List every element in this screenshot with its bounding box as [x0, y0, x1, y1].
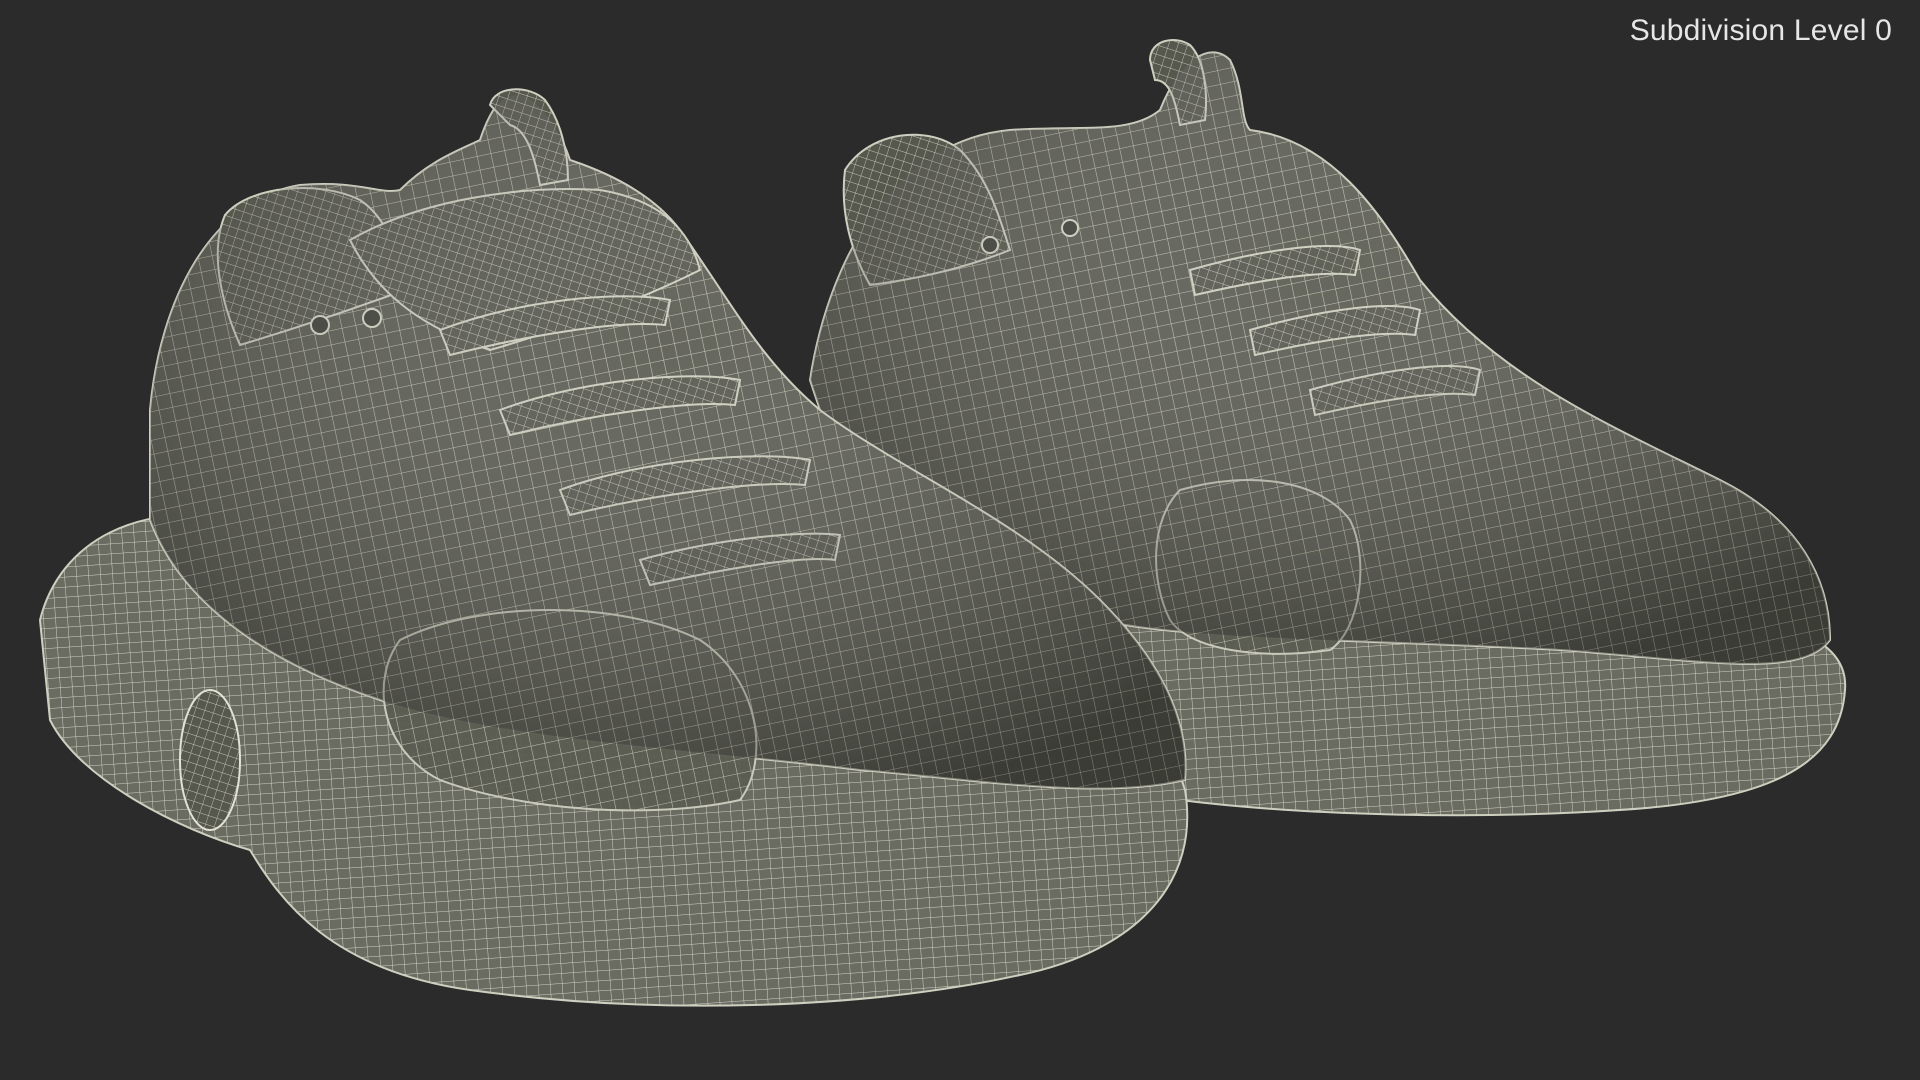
- sneaker-left-side-vent: [179, 689, 241, 831]
- sneakers-wireframe-render: [38, 39, 1847, 1007]
- render-viewport: Subdivision Level 0: [0, 0, 1920, 1080]
